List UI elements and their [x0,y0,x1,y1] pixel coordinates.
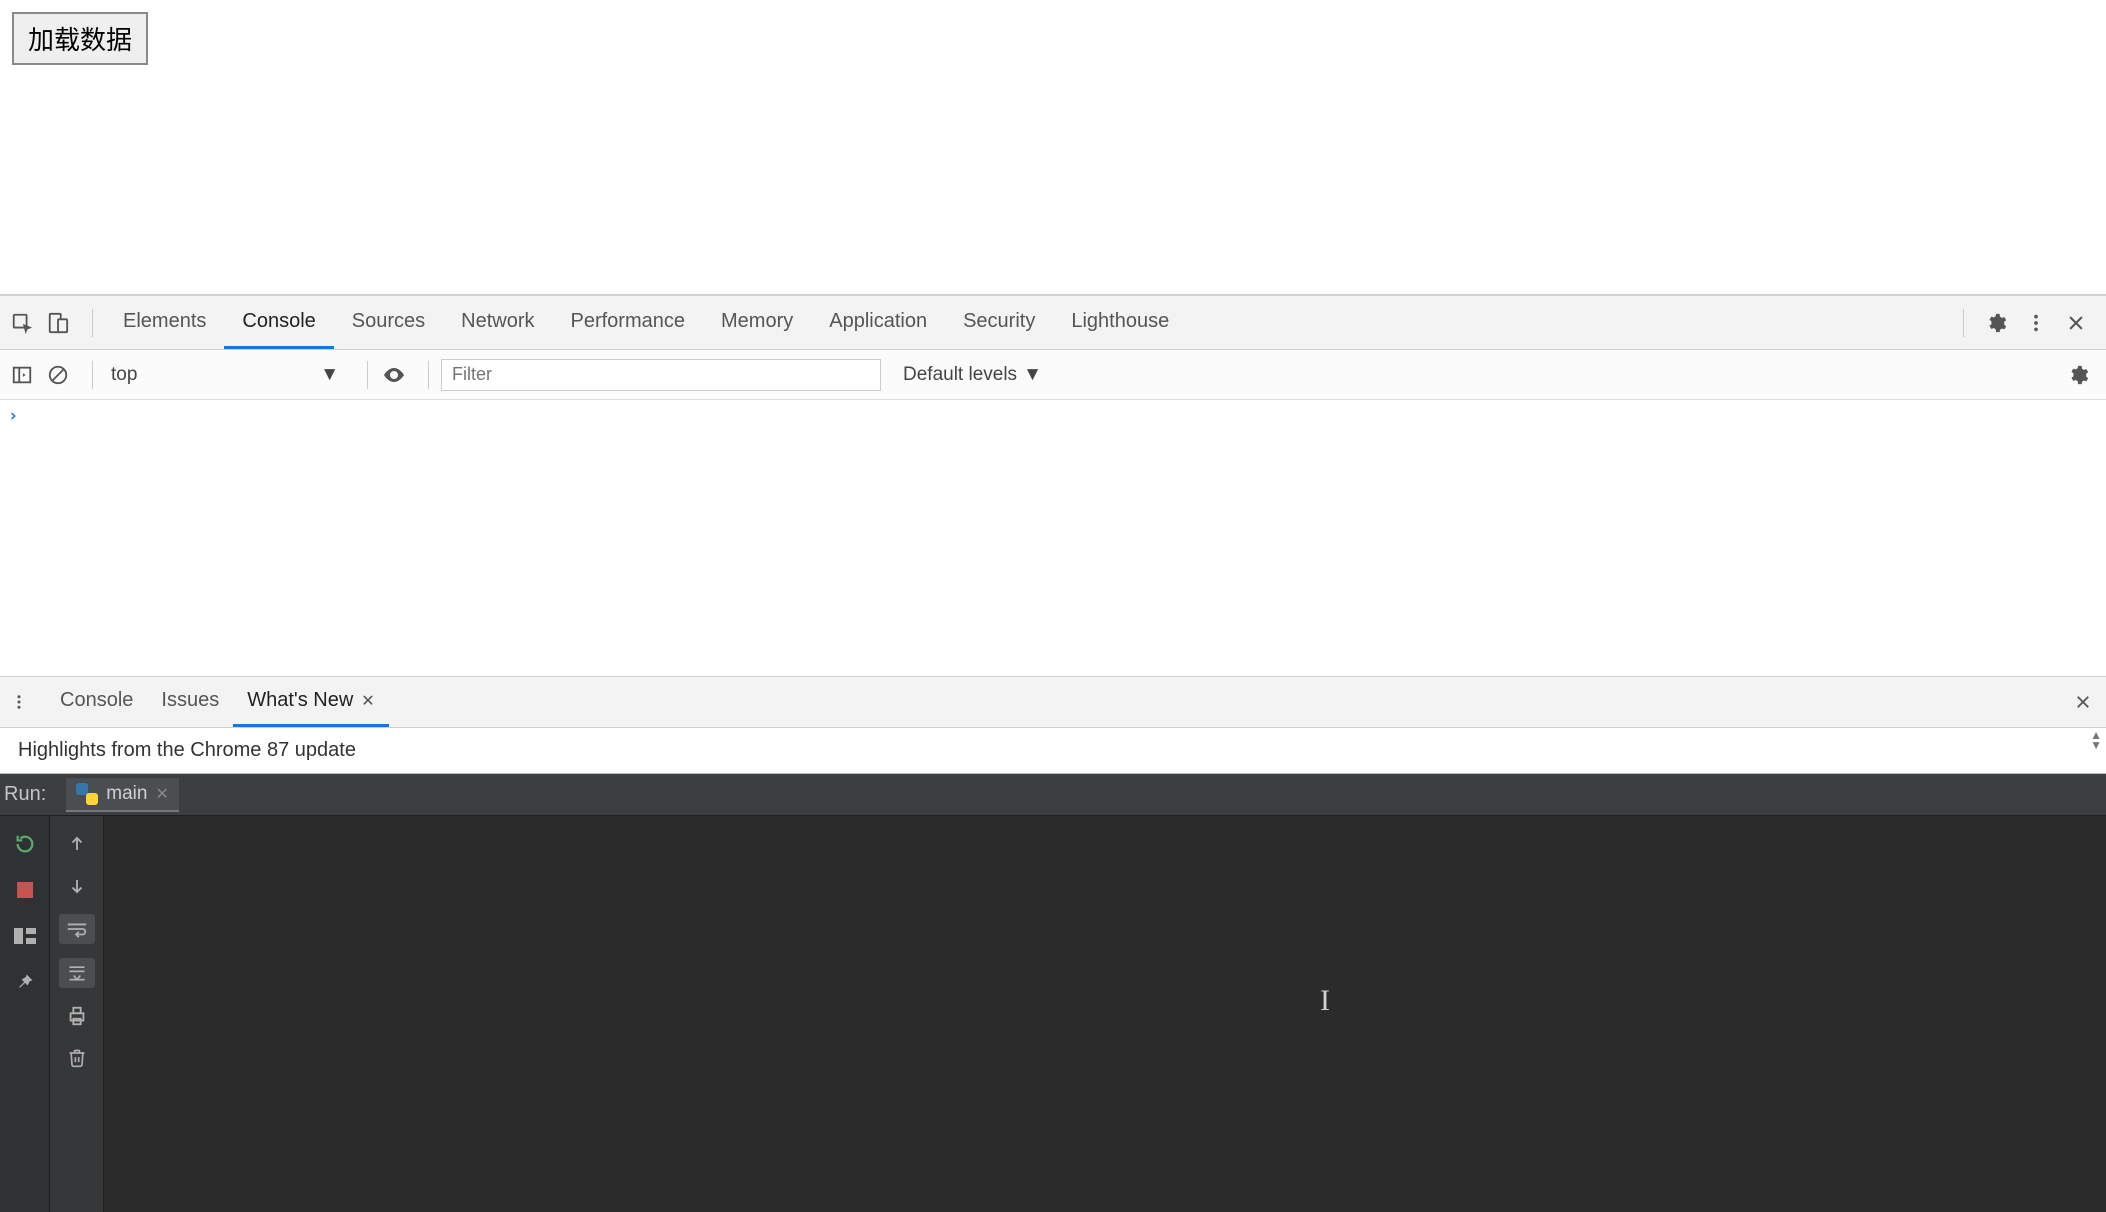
run-config-label: main [106,783,147,805]
python-file-icon [76,783,98,805]
drawer-tab-issues[interactable]: Issues [147,677,233,727]
log-levels-label: Default levels [903,364,1017,386]
tab-label: Console [242,310,315,333]
page-viewport: 加载数据 [0,0,2106,296]
ide-run-tab-bar: Run: main ✕ [0,774,2106,816]
scroll-arrows-icon[interactable]: ▲▼ [2090,730,2102,750]
separator [428,361,429,389]
tab-network[interactable]: Network [443,296,552,349]
print-icon[interactable] [63,1002,91,1030]
tab-label: Elements [123,310,206,333]
pin-icon[interactable] [11,968,39,996]
close-devtools-icon[interactable] [2062,309,2090,337]
clear-console-icon[interactable] [44,361,72,389]
tab-application[interactable]: Application [811,296,945,349]
tab-performance[interactable]: Performance [553,296,704,349]
tab-security[interactable]: Security [945,296,1053,349]
inspect-element-icon[interactable] [8,309,36,337]
tab-label: Security [963,310,1035,333]
drawer-kebab-menu-icon[interactable] [10,693,38,711]
layout-icon[interactable] [11,922,39,950]
devtools-tab-bar: Elements Console Sources Network Perform… [0,296,2106,350]
run-gutter-primary [0,816,50,1212]
drawer-tab-console[interactable]: Console [46,677,147,727]
gear-icon[interactable] [1982,309,2010,337]
stop-icon[interactable] [11,876,39,904]
separator [1963,309,1964,337]
separator [92,361,93,389]
rerun-icon[interactable] [11,830,39,858]
highlights-text: Highlights from the Chrome 87 update [18,739,356,762]
close-drawer-icon[interactable] [2074,693,2092,711]
console-toolbar: top ▼ Default levels ▼ [0,350,2106,400]
scroll-to-end-icon[interactable] [59,958,95,988]
separator [92,309,93,337]
console-prompt-caret-icon: › [8,406,18,426]
kebab-menu-icon[interactable] [2022,309,2050,337]
run-config-tab-main[interactable]: main ✕ [66,778,179,812]
console-sidebar-toggle-icon[interactable] [8,361,36,389]
tab-console[interactable]: Console [224,296,333,349]
tab-label: Issues [161,689,219,712]
whats-new-highlights: Highlights from the Chrome 87 update ▲▼ [0,728,2106,774]
arrow-up-icon[interactable] [63,830,91,858]
trash-icon[interactable] [63,1044,91,1072]
tab-label: Performance [571,310,686,333]
log-levels-selector[interactable]: Default levels ▼ [903,364,1042,386]
tab-lighthouse[interactable]: Lighthouse [1053,296,1187,349]
tab-memory[interactable]: Memory [703,296,811,349]
execution-context-selector[interactable]: top ▼ [105,364,345,386]
run-label: Run: [4,783,46,806]
tab-label: What's New [247,689,353,712]
tab-label: Console [60,689,133,712]
close-tab-icon[interactable]: ✕ [361,691,374,711]
separator [367,361,368,389]
tab-label: Sources [352,310,425,333]
chevron-down-icon: ▼ [320,364,339,386]
drawer-tab-whats-new[interactable]: What's New ✕ [233,677,388,727]
context-label: top [111,364,137,386]
load-data-button[interactable]: 加载数据 [12,12,148,65]
tab-elements[interactable]: Elements [105,296,224,349]
run-output-pane[interactable]: I [104,816,2106,1212]
soft-wrap-icon[interactable] [59,914,95,944]
console-settings-gear-icon[interactable] [2064,361,2092,389]
tab-sources[interactable]: Sources [334,296,443,349]
drawer-tab-bar: Console Issues What's New ✕ [0,676,2106,728]
tab-label: Network [461,310,534,333]
tab-label: Application [829,310,927,333]
console-output[interactable]: › [0,400,2106,676]
arrow-down-icon[interactable] [63,872,91,900]
close-tab-icon[interactable]: ✕ [155,784,168,804]
live-expression-eye-icon[interactable] [380,361,408,389]
console-filter-input[interactable] [441,359,881,391]
ide-panel: Run: main ✕ [0,774,2106,1212]
text-cursor-icon: I [1320,984,1330,1018]
run-gutter-secondary [50,816,104,1212]
tab-label: Memory [721,310,793,333]
chevron-down-icon: ▼ [1023,364,1042,386]
tab-label: Lighthouse [1071,310,1169,333]
device-toolbar-icon[interactable] [44,309,72,337]
